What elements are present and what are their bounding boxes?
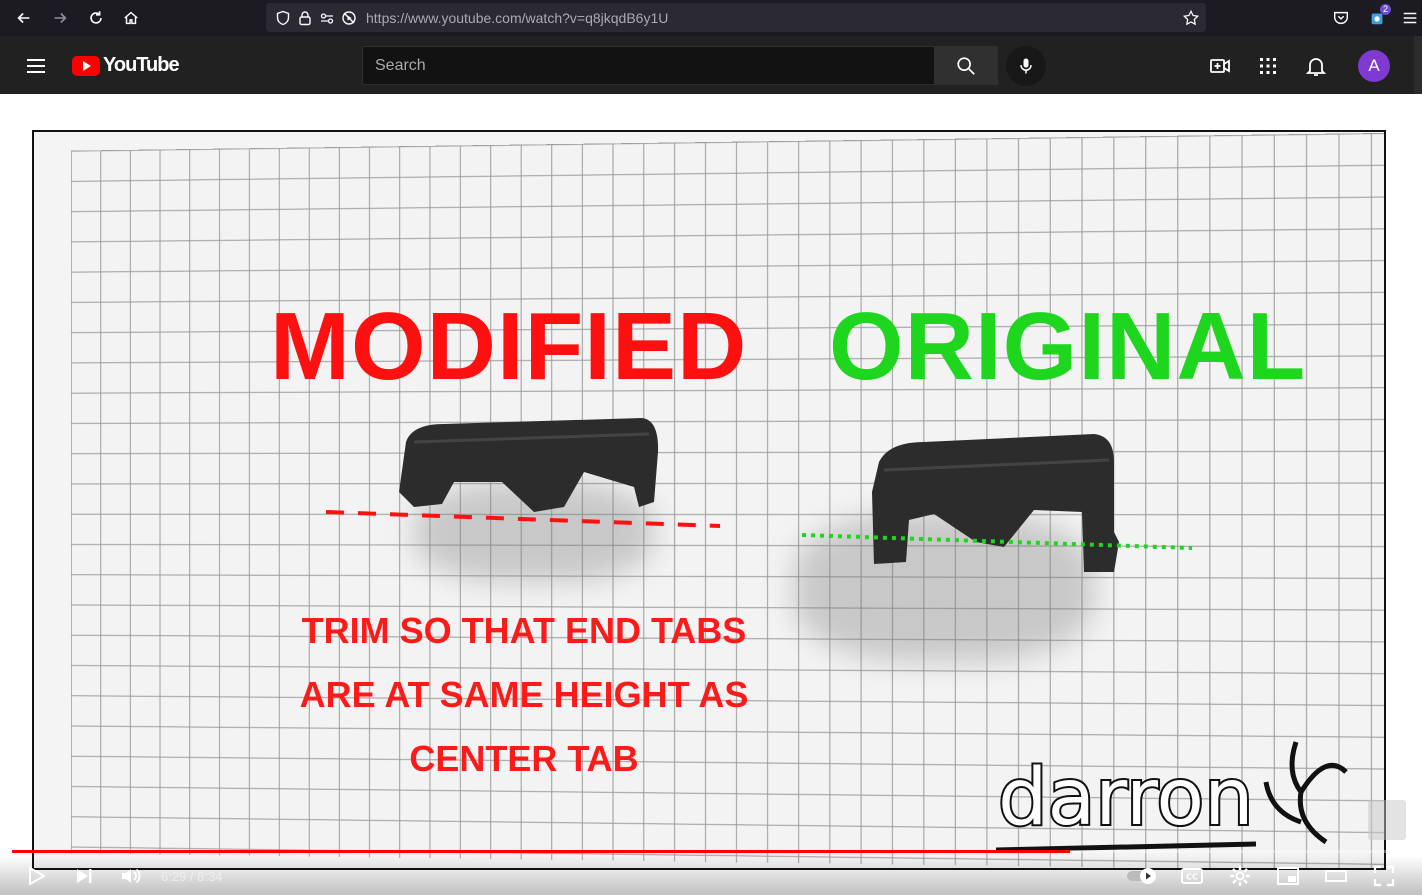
pocket-button[interactable] (1325, 0, 1357, 36)
theater-mode-icon (1325, 870, 1347, 882)
subscribe-watermark-button[interactable] (1368, 800, 1406, 840)
mute-button[interactable] (117, 862, 145, 890)
modified-level-line (325, 510, 721, 528)
autoplay-toggle[interactable] (1126, 862, 1160, 890)
autoplay-blocked-icon[interactable] (338, 3, 360, 32)
closed-captions-icon: CC (1181, 868, 1203, 884)
miniplayer-button[interactable] (1274, 862, 1302, 890)
original-part-image (872, 434, 1119, 572)
forward-button[interactable] (42, 0, 78, 36)
url-host: https://www.youtube.com (366, 9, 522, 26)
youtube-logo[interactable]: YouTube (72, 54, 180, 77)
volume-icon (122, 868, 141, 884)
tracking-shield-icon[interactable] (272, 3, 294, 32)
overlay-modified-label: MODIFIED (270, 293, 748, 400)
page-scrollbar[interactable] (1414, 36, 1422, 94)
extension-badge: 2 (1379, 4, 1391, 15)
watermark-text: darron (998, 753, 1254, 843)
fullscreen-button[interactable] (1370, 862, 1398, 890)
player-controls: 6:29 / 8:34 CC (0, 856, 1422, 895)
instruction-line-2: ARE AT SAME HEIGHT AS (299, 674, 749, 715)
fullscreen-icon (1373, 865, 1395, 887)
search-input[interactable] (363, 47, 934, 84)
url-text: https://www.youtube.com/watch?v=q8jkqdB6… (366, 10, 668, 26)
video-player[interactable]: MODIFIED ORIGINAL TRIM SO THAT END TABS … (0, 94, 1422, 895)
bookmark-star-icon[interactable] (1182, 9, 1200, 27)
progress-bar[interactable] (12, 850, 1410, 853)
play-button[interactable] (22, 862, 50, 890)
gear-icon (1230, 866, 1250, 886)
hamburger-menu-icon (1403, 12, 1417, 24)
search-button[interactable] (934, 46, 998, 85)
theater-mode-button[interactable] (1322, 862, 1350, 890)
youtube-play-logo-icon (72, 55, 100, 76)
browser-toolbar: https://www.youtube.com/watch?v=q8jkqdB6… (0, 0, 1422, 36)
home-button[interactable] (113, 0, 149, 36)
microphone-icon (1020, 58, 1032, 74)
app-menu-button[interactable] (1398, 0, 1422, 36)
settings-button[interactable] (1226, 862, 1254, 890)
reload-button[interactable] (78, 0, 114, 36)
notifications-bell-icon[interactable] (1304, 54, 1328, 78)
play-icon (29, 866, 47, 886)
miniplayer-icon (1277, 867, 1299, 885)
search-icon (957, 56, 975, 75)
guide-menu-icon[interactable] (24, 54, 48, 78)
instruction-line-1: TRIM SO THAT END TABS (301, 610, 747, 651)
apps-grid-icon[interactable] (1256, 54, 1280, 78)
address-bar[interactable]: https://www.youtube.com/watch?v=q8jkqdB6… (266, 3, 1206, 32)
voice-search-button[interactable] (1006, 46, 1046, 86)
account-avatar[interactable]: A (1358, 50, 1390, 82)
video-frame: MODIFIED ORIGINAL TRIM SO THAT END TABS … (32, 130, 1386, 870)
youtube-logo-text: YouTube (103, 54, 180, 76)
lock-icon[interactable] (294, 3, 316, 32)
reload-icon (90, 11, 102, 24)
overlay-original-label: ORIGINAL (829, 293, 1307, 400)
autoplay-toggle-icon (1127, 868, 1156, 884)
next-track-icon (77, 869, 92, 883)
next-button[interactable] (70, 862, 98, 890)
instruction-line-3: CENTER TAB (409, 738, 639, 779)
youtube-header: YouTube A (0, 36, 1422, 94)
permissions-icon[interactable] (316, 3, 338, 32)
progress-played (12, 850, 1071, 853)
original-level-line (801, 533, 1193, 550)
back-button[interactable] (6, 0, 42, 36)
create-video-icon[interactable] (1208, 54, 1232, 78)
search-box (362, 46, 935, 85)
back-arrow-icon (17, 12, 30, 24)
url-path: /watch?v=q8jkqdB6y1U (521, 9, 669, 26)
home-icon (124, 11, 138, 25)
captions-button[interactable]: CC (1178, 862, 1206, 890)
extension-button[interactable]: 2 (1361, 0, 1393, 36)
time-display: 6:29 / 8:34 (161, 869, 223, 884)
pocket-icon (1333, 11, 1349, 25)
svg-text:CC: CC (1186, 873, 1198, 882)
forward-arrow-icon (54, 12, 67, 24)
